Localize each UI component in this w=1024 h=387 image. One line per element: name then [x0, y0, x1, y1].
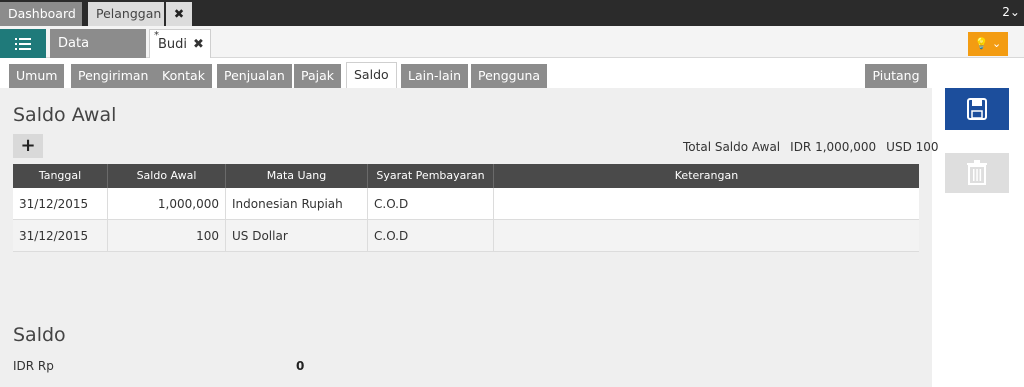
total-usd: USD 100	[886, 140, 939, 154]
save-button[interactable]	[945, 88, 1009, 130]
saldo-awal-heading: Saldo Awal	[13, 104, 117, 126]
tab-data-baru[interactable]: Data Baru✖	[50, 29, 146, 80]
open-tabs-count[interactable]: 2⌄	[1002, 5, 1020, 19]
saldo-panel: Saldo Awal + Total Saldo Awal IDR 1,000,0…	[0, 88, 939, 387]
lightbulb-icon[interactable]: 💡 ⌄	[968, 32, 1008, 56]
tab-lain-lain[interactable]: Lain-lain	[401, 64, 469, 88]
tab-umum[interactable]: Umum	[9, 64, 65, 88]
cell-mata-uang[interactable]: Indonesian Rupiah	[226, 188, 368, 219]
cell-tanggal[interactable]: 31/12/2015	[13, 188, 108, 219]
cell-saldo-awal[interactable]: 1,000,000	[108, 188, 226, 219]
tab-penjualan[interactable]: Penjualan	[217, 64, 292, 88]
section-tabs: Umum Pengiriman Kontak Penjualan Pajak S…	[0, 60, 932, 89]
column-header-tanggal[interactable]: Tanggal	[13, 164, 108, 188]
close-pelanggan-tab-icon[interactable]: ✖	[166, 2, 192, 26]
column-header-mata-uang[interactable]: Mata Uang	[226, 164, 368, 188]
trash-icon	[967, 160, 987, 185]
tab-kontak[interactable]: Kontak	[155, 64, 212, 88]
cell-syarat-pembayaran[interactable]: C.O.D	[368, 188, 494, 219]
saldo-awal-table: Tanggal Saldo Awal Mata Uang Syarat Pemb…	[13, 164, 919, 252]
cell-syarat-pembayaran[interactable]: C.O.D	[368, 220, 494, 251]
tab-pajak[interactable]: Pajak	[294, 64, 342, 88]
table-header: Tanggal Saldo Awal Mata Uang Syarat Pemb…	[13, 164, 919, 188]
column-header-keterangan[interactable]: Keterangan	[494, 164, 919, 188]
column-header-saldo-awal[interactable]: Saldo Awal	[108, 164, 226, 188]
cell-keterangan[interactable]	[494, 188, 919, 219]
total-saldo-awal: Total Saldo Awal IDR 1,000,000 USD 100	[683, 140, 949, 154]
total-saldo-awal-label: Total Saldo Awal	[683, 140, 781, 154]
close-budi-icon[interactable]: ✖	[193, 37, 204, 52]
tab-pengiriman[interactable]: Pengiriman	[71, 64, 156, 88]
add-row-button[interactable]: +	[13, 134, 43, 158]
cell-keterangan[interactable]	[494, 220, 919, 251]
idr-label: IDR Rp	[13, 359, 54, 373]
table-row[interactable]: 31/12/2015 1,000,000 Indonesian Rupiah C…	[13, 188, 919, 220]
sub-tab-bar: Data Baru✖ * Budi ✖ 💡 ⌄	[0, 26, 1024, 80]
tab-saldo[interactable]: Saldo	[346, 62, 397, 89]
cell-tanggal[interactable]: 31/12/2015	[13, 220, 108, 251]
cell-saldo-awal[interactable]: 100	[108, 220, 226, 251]
total-idr: IDR 1,000,000	[790, 140, 877, 154]
floppy-disk-icon	[967, 98, 987, 120]
saldo-heading: Saldo	[13, 324, 66, 346]
idr-value: 0	[296, 359, 305, 373]
tab-budi[interactable]: * Budi ✖	[149, 29, 211, 58]
cell-mata-uang[interactable]: US Dollar	[226, 220, 368, 251]
column-header-syarat-pembayaran[interactable]: Syarat Pembayaran	[368, 164, 494, 188]
tab-pengguna[interactable]: Pengguna	[471, 64, 548, 88]
tab-dashboard[interactable]: Dashboard	[0, 2, 82, 26]
tab-pelanggan[interactable]: Pelanggan	[88, 2, 164, 26]
modified-marker: *	[154, 30, 159, 41]
tab-piutang[interactable]: Piutang	[865, 64, 927, 88]
table-row[interactable]: 31/12/2015 100 US Dollar C.O.D	[13, 220, 919, 252]
tab-budi-label: Budi	[158, 37, 188, 52]
list-icon[interactable]	[0, 29, 46, 58]
delete-button[interactable]	[945, 153, 1009, 193]
